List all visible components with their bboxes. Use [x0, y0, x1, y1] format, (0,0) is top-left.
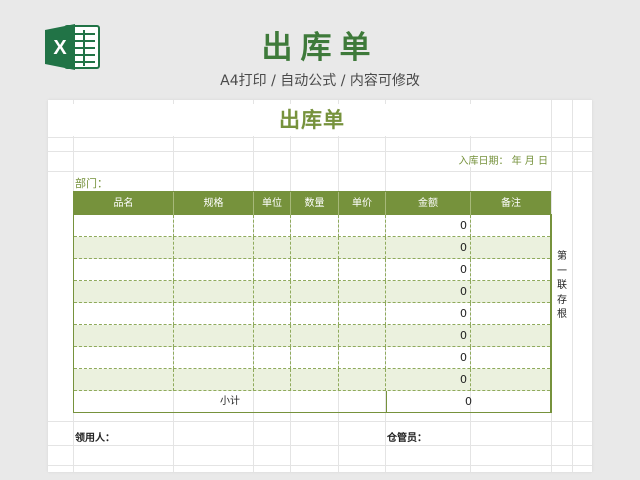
form-title: 出库单 [73, 104, 551, 136]
table-row: 0 [74, 259, 550, 281]
cell-unit[interactable] [254, 303, 291, 325]
header: X 出库单 A4打印 / 自动公式 / 内容可修改 [0, 0, 640, 100]
cell-unit[interactable] [254, 237, 291, 259]
cell-quantity[interactable] [291, 237, 339, 259]
subtotal-row: 小计 0 [74, 391, 550, 413]
table-row: 0 [74, 281, 550, 303]
page-subtitle: A4打印 / 自动公式 / 内容可修改 [220, 73, 420, 89]
cell-price[interactable] [339, 347, 386, 369]
stub-char: 根 [557, 309, 567, 320]
cell-quantity[interactable] [291, 369, 339, 391]
table-row: 0 [74, 347, 550, 369]
cell-quantity[interactable] [291, 281, 339, 303]
cell-spec[interactable] [174, 259, 254, 281]
grid-line [48, 137, 592, 138]
cell-amount[interactable]: 0 [386, 281, 471, 303]
column-header-unit: 单位 [254, 192, 291, 215]
cell-amount[interactable]: 0 [386, 347, 471, 369]
table-row: 0 [74, 369, 550, 391]
stub-column: 第 一 联 存 根 [556, 250, 568, 323]
cell-price[interactable] [339, 281, 386, 303]
table-header: 品名 规格 单位 数量 单价 金额 备注 [74, 192, 550, 215]
stub-char: 一 [557, 265, 567, 277]
cell-price[interactable] [339, 237, 386, 259]
cell-unit[interactable] [254, 347, 291, 369]
column-header-spec: 规格 [174, 192, 254, 215]
stub-char: 第 [557, 251, 567, 262]
cell-name[interactable] [74, 369, 174, 391]
cell-name[interactable] [74, 259, 174, 281]
column-header-remark: 备注 [501, 198, 521, 209]
receiver-label: 领用人： [75, 433, 115, 444]
cell-unit[interactable] [254, 369, 291, 391]
cell-price[interactable] [339, 325, 386, 347]
cell-amount[interactable]: 0 [386, 325, 471, 347]
cell-quantity[interactable] [291, 215, 339, 237]
cell-spec[interactable] [174, 281, 254, 303]
cell-price[interactable] [339, 215, 386, 237]
column-header-quantity: 数量 [291, 192, 339, 215]
table-row: 0 [74, 303, 550, 325]
subtotal-value[interactable]: 0 [387, 391, 472, 413]
table-row: 0 [74, 215, 550, 237]
cell-amount[interactable]: 0 [386, 237, 471, 259]
cell-spec[interactable] [174, 237, 254, 259]
table-row: 0 [74, 325, 550, 347]
department-label: 部门： [75, 177, 108, 190]
column-header-price: 单价 [339, 192, 386, 215]
cell-price[interactable] [339, 369, 386, 391]
cell-amount[interactable]: 0 [386, 215, 471, 237]
cell-spec[interactable] [174, 215, 254, 237]
stub-char: 联 [557, 280, 567, 291]
date-label: 入库日期： 年 月 日 [454, 152, 548, 167]
table-row: 0 [74, 237, 550, 259]
cell-quantity[interactable] [291, 303, 339, 325]
cell-name[interactable] [74, 281, 174, 303]
cell-unit[interactable] [254, 325, 291, 347]
cell-spec[interactable] [174, 347, 254, 369]
outbound-table: 品名 规格 单位 数量 单价 金额 备注 0 0 0 0 0 0 0 0 小计 … [73, 191, 551, 413]
cell-spec[interactable] [174, 325, 254, 347]
cell-amount[interactable]: 0 [386, 259, 471, 281]
column-header-amount: 金额 [386, 192, 471, 215]
cell-price[interactable] [339, 259, 386, 281]
cell-amount[interactable]: 0 [386, 303, 471, 325]
grid-line [48, 421, 592, 422]
cell-unit[interactable] [254, 215, 291, 237]
stub-border [551, 214, 552, 413]
subtotal-label: 小计 [220, 396, 240, 407]
cell-quantity[interactable] [291, 347, 339, 369]
grid-line [48, 171, 592, 172]
spreadsheet-preview: 出库单 入库日期： 年 月 日 部门： 品名 规格 单位 数量 单价 金额 备注… [48, 100, 592, 472]
stub-char: 存 [557, 294, 567, 306]
cell-quantity[interactable] [291, 259, 339, 281]
grid-line [48, 445, 592, 446]
column-header-name: 品名 [74, 192, 174, 215]
grid-line [572, 100, 573, 472]
cell-name[interactable] [74, 237, 174, 259]
cell-price[interactable] [339, 303, 386, 325]
grid-line [48, 465, 592, 466]
cell-spec[interactable] [174, 369, 254, 391]
cell-amount[interactable]: 0 [386, 369, 471, 391]
cell-spec[interactable] [174, 303, 254, 325]
keeper-label: 仓管员： [387, 433, 427, 444]
cell-name[interactable] [74, 325, 174, 347]
cell-name[interactable] [74, 215, 174, 237]
cell-name[interactable] [74, 347, 174, 369]
cell-quantity[interactable] [291, 325, 339, 347]
page-title: 出库单 [261, 30, 379, 66]
cell-unit[interactable] [254, 281, 291, 303]
cell-unit[interactable] [254, 259, 291, 281]
cell-name[interactable] [74, 303, 174, 325]
